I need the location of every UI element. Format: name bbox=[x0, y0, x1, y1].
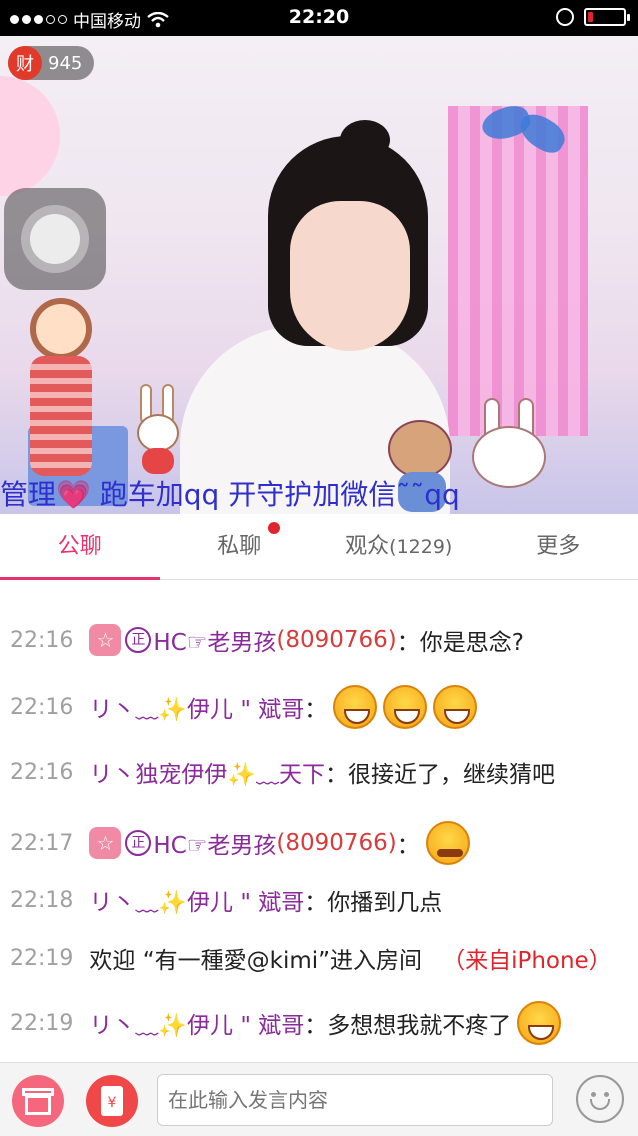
red-packet-icon: ¥ bbox=[101, 1086, 123, 1116]
message-user-id: (8090766) bbox=[276, 627, 397, 653]
chat-message: 22:17 ☆ 正 HC☞老男孩 (8090766) ： bbox=[10, 821, 470, 865]
message-username[interactable]: リ丶﹏✨伊儿 " 斌哥 bbox=[89, 690, 304, 724]
vip-badge-icon: ☆ bbox=[89, 827, 122, 859]
message-time: 22:19 bbox=[10, 1010, 74, 1036]
battery-icon bbox=[584, 8, 630, 26]
smiley-icon bbox=[591, 1092, 596, 1097]
message-username[interactable]: リ丶﹏✨伊儿 " 斌哥 bbox=[89, 1006, 304, 1040]
message-time: 22:16 bbox=[10, 759, 74, 785]
message-username[interactable]: リ丶﹏✨伊儿 " 斌哥 bbox=[89, 883, 304, 917]
chat-message: 22:19 欢迎 “有一種愛@kimi”进入房间 （来自iPhone） bbox=[10, 941, 612, 975]
tab-label: 更多 bbox=[536, 534, 581, 559]
message-time: 22:16 bbox=[10, 694, 74, 720]
assistive-touch-button[interactable] bbox=[4, 188, 106, 290]
live-video[interactable]: 财 945 管理💗 跑车加qq 开守护加微信˜˜qq bbox=[0, 36, 638, 514]
chat-message: 22:19 リ丶﹏✨伊儿 " 斌哥 ：多想想我就不疼了 bbox=[10, 1001, 562, 1045]
grin-emoji-icon bbox=[433, 685, 478, 729]
emoji-button[interactable] bbox=[576, 1075, 624, 1123]
message-text: ： bbox=[304, 697, 328, 723]
chat-message: 22:16 リ丶独宠伊伊✨﹏天下 ：很接近了，继续猜吧 bbox=[10, 755, 555, 789]
grin-emoji-icon bbox=[333, 685, 378, 729]
message-time: 22:17 bbox=[10, 830, 74, 856]
streamer-bun bbox=[340, 120, 390, 160]
wealth-badge[interactable]: 财 945 bbox=[8, 46, 95, 80]
audience-count: (1229) bbox=[389, 536, 453, 558]
message-text: ：很接近了，继续猜吧 bbox=[325, 762, 556, 788]
chat-tabs: 公聊 私聊 观众(1229) 更多 bbox=[0, 514, 638, 580]
chat-input[interactable] bbox=[157, 1074, 553, 1126]
status-right bbox=[556, 8, 630, 26]
message-username[interactable]: HC☞老男孩 bbox=[153, 623, 276, 657]
message-username[interactable]: リ丶独宠伊伊✨﹏天下 bbox=[89, 755, 325, 789]
chat-message: 22:16 ☆ 正 HC☞老男孩 (8090766) ：你是思念? bbox=[10, 623, 524, 657]
chat-message: 22:18 リ丶﹏✨伊儿 " 斌哥 ：你播到几点 bbox=[10, 883, 442, 917]
wealth-count: 945 bbox=[48, 52, 83, 74]
tab-label: 公聊 bbox=[57, 534, 102, 559]
tab-label: 观众 bbox=[345, 534, 390, 559]
rotation-lock-icon bbox=[556, 8, 574, 26]
tab-label: 私聊 bbox=[217, 534, 262, 559]
message-text: ：你播到几点 bbox=[304, 890, 443, 916]
status-time: 22:20 bbox=[288, 6, 350, 28]
verified-icon: 正 bbox=[125, 627, 152, 653]
vip-badge-icon: ☆ bbox=[89, 624, 122, 656]
message-text: ：多想想我就不疼了 bbox=[304, 1013, 512, 1039]
unread-dot-icon bbox=[267, 522, 280, 534]
system-message: 欢迎 “有一種愛@kimi”进入房间 bbox=[89, 948, 423, 974]
bottom-input-bar: ¥ bbox=[0, 1062, 638, 1136]
tab-more[interactable]: 更多 bbox=[479, 514, 638, 579]
grin-emoji-icon bbox=[383, 685, 428, 729]
message-time: 22:16 bbox=[10, 627, 74, 653]
grin-emoji-icon bbox=[517, 1001, 562, 1045]
tab-public-chat[interactable]: 公聊 bbox=[0, 514, 160, 580]
message-source: （来自iPhone） bbox=[442, 948, 612, 974]
message-username[interactable]: HC☞老男孩 bbox=[153, 826, 276, 860]
girl-doll bbox=[22, 298, 102, 498]
status-bar: 中国移动 22:20 bbox=[0, 0, 638, 36]
wall-decoration bbox=[0, 76, 60, 196]
wealth-icon: 财 bbox=[8, 46, 42, 80]
bunny-doll bbox=[132, 384, 182, 474]
message-text: ： bbox=[396, 833, 420, 859]
message-time: 22:19 bbox=[10, 945, 74, 971]
streamer-face bbox=[290, 201, 410, 351]
annoyed-emoji-icon bbox=[425, 821, 470, 865]
chat-list[interactable]: 22:16 ☆ 正 HC☞老男孩 (8090766) ：你是思念? 22:16 … bbox=[0, 581, 638, 1061]
butterfly-decoration bbox=[478, 100, 572, 164]
gift-button[interactable] bbox=[12, 1075, 64, 1127]
red-packet-button[interactable]: ¥ bbox=[86, 1075, 138, 1127]
message-text: ：你是思念? bbox=[396, 630, 524, 656]
verified-icon: 正 bbox=[125, 830, 152, 856]
marquee-text: 管理💗 跑车加qq 开守护加微信˜˜qq bbox=[0, 478, 460, 511]
message-time: 22:18 bbox=[10, 887, 74, 913]
message-user-id: (8090766) bbox=[276, 830, 397, 856]
chat-message: 22:16 リ丶﹏✨伊儿 " 斌哥 ： bbox=[10, 685, 478, 729]
tab-audience[interactable]: 观众(1229) bbox=[319, 514, 479, 579]
tab-private-chat[interactable]: 私聊 bbox=[160, 514, 320, 579]
